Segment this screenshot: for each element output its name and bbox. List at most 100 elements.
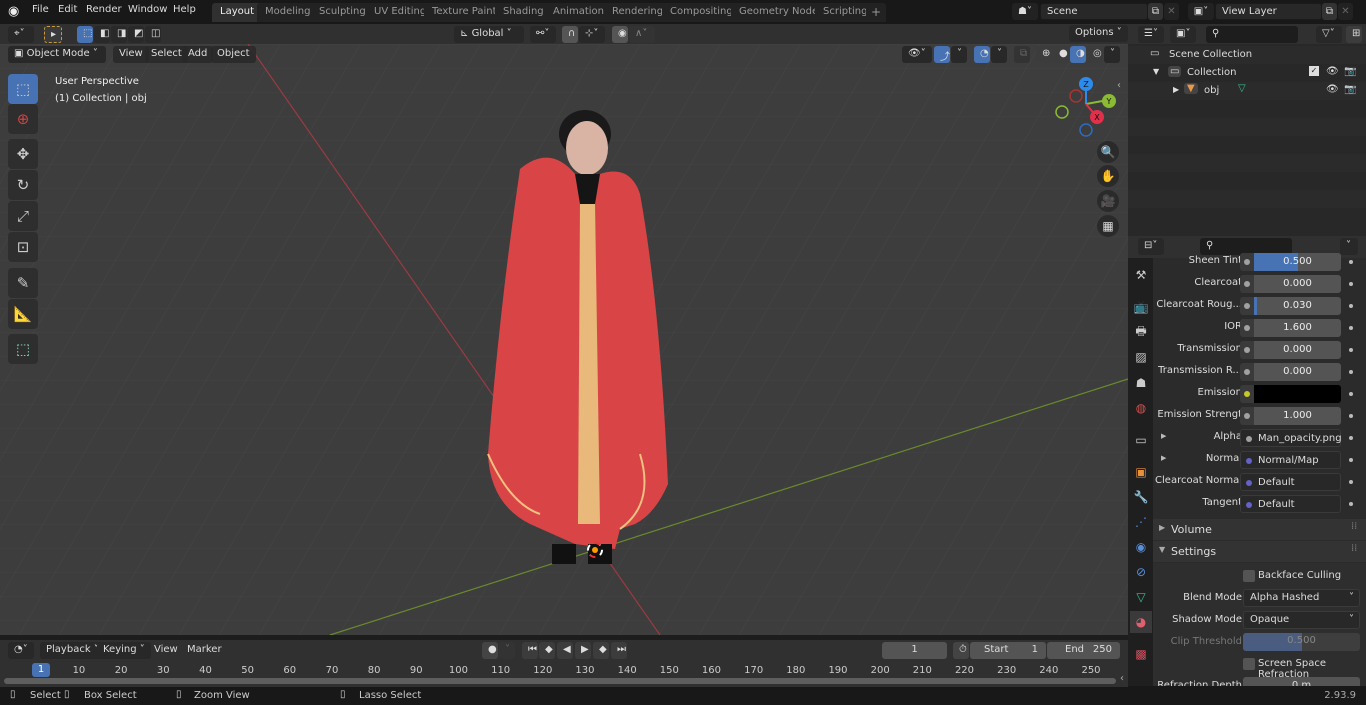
3d-viewport[interactable]: User Perspective (1) Collection | obj ⬚ … bbox=[0, 44, 1128, 635]
keyframe-dot-icon[interactable] bbox=[1349, 480, 1353, 484]
expand-arrow-icon[interactable]: ▶ bbox=[1161, 432, 1166, 440]
camera-render-icon[interactable]: 📷 bbox=[1344, 84, 1356, 95]
playback-dropdown[interactable]: Playback ˅ bbox=[40, 642, 105, 659]
keyframe-dot-icon[interactable] bbox=[1349, 392, 1353, 396]
socket-link-field[interactable]: Normal/Map bbox=[1240, 451, 1341, 469]
keyframe-dot-icon[interactable] bbox=[1349, 260, 1353, 264]
camera-render-icon[interactable]: 📷 bbox=[1344, 66, 1356, 77]
property-slider[interactable]: 0.000 bbox=[1254, 341, 1341, 359]
character-model[interactable] bbox=[480, 104, 680, 574]
mode-extend-icon[interactable]: ◧ bbox=[94, 26, 110, 43]
render-tab-icon[interactable]: 📺 bbox=[1130, 296, 1152, 318]
keyframe-dot-icon[interactable] bbox=[1349, 414, 1353, 418]
constraints-tab-icon[interactable]: ⊘ bbox=[1130, 561, 1152, 583]
volume-panel-header[interactable]: ▶ Volume ⁞⁞ bbox=[1153, 519, 1366, 540]
gizmo-toggle-icon[interactable]: ⤴ bbox=[934, 46, 950, 63]
delete-view-layer-icon[interactable]: ✕ bbox=[1338, 3, 1353, 20]
stopwatch-icon[interactable]: ⏱ bbox=[953, 642, 969, 659]
new-collection-icon[interactable]: ⊞ bbox=[1346, 26, 1362, 43]
mode-subtract-icon[interactable]: ◨ bbox=[111, 26, 127, 43]
socket-link-field[interactable]: Default bbox=[1240, 495, 1341, 513]
cursor-tool[interactable]: ⊕ bbox=[8, 104, 38, 134]
select-box-tool[interactable]: ⬚ bbox=[8, 74, 38, 104]
socket-button[interactable] bbox=[1240, 407, 1254, 425]
rendered-shading-icon[interactable]: ◎ bbox=[1087, 46, 1103, 63]
tab-shading[interactable]: Shading bbox=[495, 3, 552, 22]
menu-window[interactable]: Window bbox=[128, 4, 167, 15]
zoom-view-icon[interactable]: 🔍 bbox=[1097, 141, 1119, 163]
keyframe-dot-icon[interactable] bbox=[1349, 458, 1353, 462]
tab-texture-paint[interactable]: Texture Paint bbox=[424, 3, 505, 22]
timeline-editor-type-icon[interactable]: ◔˅ bbox=[8, 642, 34, 659]
output-tab-icon[interactable]: 🖶 bbox=[1130, 321, 1152, 343]
jump-end-icon[interactable]: ⏭ bbox=[611, 642, 627, 659]
tab-compositing[interactable]: Compositing bbox=[662, 3, 741, 22]
socket-link-field[interactable]: Man_opacity.png bbox=[1240, 429, 1342, 447]
object-tab-icon[interactable]: ▣ bbox=[1130, 461, 1152, 483]
socket-button[interactable] bbox=[1240, 319, 1254, 337]
clip-threshold-slider[interactable]: 0.500 bbox=[1243, 633, 1360, 651]
options-dropdown[interactable]: Options ˅ bbox=[1069, 25, 1128, 42]
blend-mode-dropdown[interactable]: Alpha Hashed ˅ bbox=[1243, 589, 1360, 607]
keyframe-dot-icon[interactable] bbox=[1349, 348, 1353, 352]
rotate-tool[interactable]: ↻ bbox=[8, 170, 38, 200]
property-slider[interactable]: 0.000 bbox=[1254, 363, 1341, 381]
start-frame-field[interactable]: Start 1 bbox=[970, 642, 1046, 659]
menu-edit[interactable]: Edit bbox=[58, 4, 77, 15]
outliner-search-input[interactable]: ⚲ bbox=[1206, 26, 1298, 43]
editor-type-icon[interactable]: ⌖˅ bbox=[8, 26, 34, 43]
socket-button[interactable] bbox=[1240, 253, 1254, 271]
emission-color-swatch[interactable] bbox=[1254, 385, 1341, 403]
shadow-mode-dropdown[interactable]: Opaque ˅ bbox=[1243, 611, 1360, 629]
transform-tool[interactable]: ⊡ bbox=[8, 232, 38, 262]
next-keyframe-icon[interactable]: ◆ bbox=[593, 642, 609, 659]
scene-selector-icon[interactable]: ☗˅ bbox=[1012, 3, 1038, 20]
delete-scene-icon[interactable]: ✕ bbox=[1164, 3, 1179, 20]
view-layer-field[interactable]: View Layer bbox=[1215, 3, 1322, 20]
outliner-row-collection[interactable]: ▼ ▭ Collection ✓ 👁 📷 bbox=[1128, 64, 1366, 82]
keyframe-dot-icon[interactable] bbox=[1349, 304, 1353, 308]
record-dropdown-icon[interactable]: ˅ bbox=[499, 642, 515, 659]
keyframe-dot-icon[interactable] bbox=[1349, 282, 1353, 286]
object-mode-dropdown[interactable]: ▣ Object Mode ˅ bbox=[8, 46, 106, 63]
timeline-scrollbar[interactable] bbox=[4, 678, 1116, 684]
new-view-layer-icon[interactable]: ⧉ bbox=[1322, 3, 1337, 20]
filter-icon[interactable]: ▽˅ bbox=[1316, 26, 1342, 43]
jump-start-icon[interactable]: ⏮ bbox=[522, 642, 538, 659]
snap-target-icon[interactable]: ⊹˅ bbox=[579, 26, 605, 43]
keyframe-dot-icon[interactable] bbox=[1349, 326, 1353, 330]
backface-culling-checkbox[interactable] bbox=[1243, 570, 1255, 582]
property-slider[interactable]: 0.000 bbox=[1254, 275, 1341, 293]
property-number-field[interactable]: 1.600 bbox=[1254, 319, 1341, 337]
gizmo-dropdown-icon[interactable]: ˅ bbox=[951, 46, 967, 63]
socket-button[interactable] bbox=[1240, 385, 1254, 403]
tool-tab-icon[interactable]: ⚒ bbox=[1130, 264, 1152, 286]
visibility-icon[interactable]: 👁˅ bbox=[902, 46, 932, 63]
drag-handle-icon[interactable]: ⁞⁞ bbox=[1351, 543, 1357, 554]
play-icon[interactable]: ▶ bbox=[575, 642, 591, 659]
expand-arrow-icon[interactable]: ▼ bbox=[1153, 67, 1159, 76]
pan-hand-icon[interactable]: ✋ bbox=[1097, 165, 1119, 187]
end-frame-field[interactable]: End 250 bbox=[1047, 642, 1120, 659]
socket-link-field[interactable]: Default bbox=[1240, 473, 1341, 491]
modifier-tab-icon[interactable]: 🔧 bbox=[1130, 486, 1152, 508]
particles-tab-icon[interactable]: ⋰ bbox=[1130, 511, 1152, 533]
property-slider[interactable]: 0.500 bbox=[1254, 253, 1341, 271]
eye-icon[interactable]: 👁 bbox=[1326, 84, 1339, 95]
overlay-toggle-icon[interactable]: ◔ bbox=[974, 46, 990, 63]
material-tab-icon[interactable]: ◕ bbox=[1130, 611, 1152, 633]
xray-toggle-icon[interactable]: ⧉ bbox=[1014, 46, 1030, 63]
tab-sculpting[interactable]: Sculpting bbox=[311, 3, 374, 22]
keying-dropdown[interactable]: Keying ˅ bbox=[97, 642, 151, 659]
keyframe-dot-icon[interactable] bbox=[1349, 502, 1353, 506]
menu-file[interactable]: File bbox=[32, 4, 49, 15]
tab-layout[interactable]: Layout bbox=[212, 3, 262, 22]
collection-tab-icon[interactable]: ▭ bbox=[1130, 429, 1152, 451]
playhead-frame-indicator[interactable]: 1 bbox=[32, 663, 50, 677]
socket-button[interactable] bbox=[1240, 341, 1254, 359]
drag-handle-icon[interactable]: ⁞⁞ bbox=[1351, 521, 1357, 532]
menu-object[interactable]: Object bbox=[211, 46, 256, 63]
expand-arrow-icon[interactable]: ▶ bbox=[1161, 454, 1166, 462]
material-preview-shading-icon[interactable]: ◑ bbox=[1070, 46, 1086, 63]
timeline-menu-view[interactable]: View bbox=[148, 642, 184, 659]
